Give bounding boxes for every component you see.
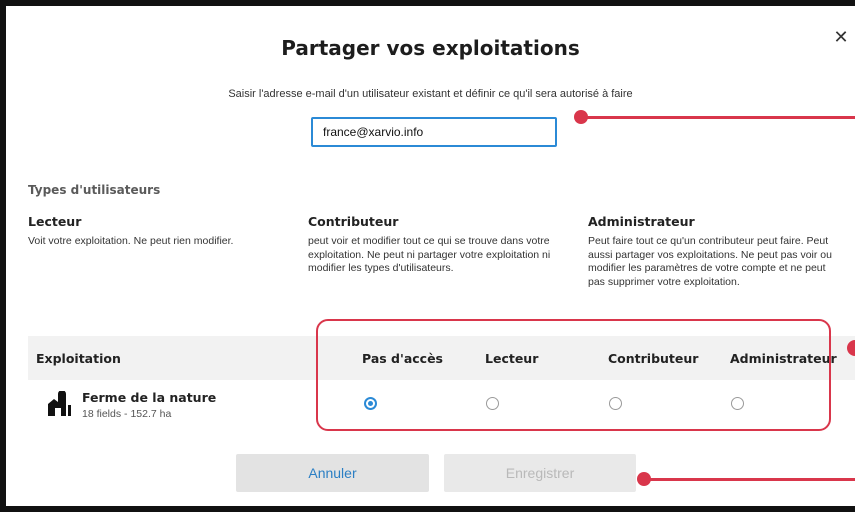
save-button[interactable]: Enregistrer [444, 454, 636, 492]
role-contributeur: Contributeur peut voir et modifier tout … [308, 214, 558, 276]
role-name: Administrateur [588, 214, 695, 229]
annotation-line [586, 116, 855, 119]
role-lecteur: Lecteur Voit votre exploitation. Ne peut… [28, 214, 278, 249]
role-description: Peut faire tout ce qu'un contributeur pe… [588, 235, 832, 288]
role-administrateur: Administrateur Peut faire tout ce qu'un … [588, 214, 838, 289]
role-name: Contributeur [308, 214, 399, 229]
header-exploitation: Exploitation [36, 351, 121, 366]
email-input[interactable] [311, 117, 557, 147]
dialog-title: Partager vos exploitations [281, 36, 580, 60]
farm-meta: 18 fields - 152.7 ha [82, 408, 172, 420]
role-name: Lecteur [28, 214, 82, 229]
dialog-subtitle: Saisir l'adresse e-mail d'un utilisateur… [228, 88, 633, 100]
cancel-button[interactable]: Annuler [236, 454, 429, 492]
annotation-line [649, 478, 855, 481]
user-types-label: Types d'utilisateurs [28, 183, 161, 197]
farm-name: Ferme de la nature [82, 390, 217, 405]
share-dialog: Partager vos exploitations ✕ Saisir l'ad… [6, 6, 855, 506]
close-icon[interactable]: ✕ [831, 28, 851, 48]
farm-icon [48, 391, 71, 416]
role-description: peut voir et modifier tout ce qui se tro… [308, 235, 551, 274]
role-description: Voit votre exploitation. Ne peut rien mo… [28, 235, 234, 247]
annotation-highlight [316, 319, 831, 431]
